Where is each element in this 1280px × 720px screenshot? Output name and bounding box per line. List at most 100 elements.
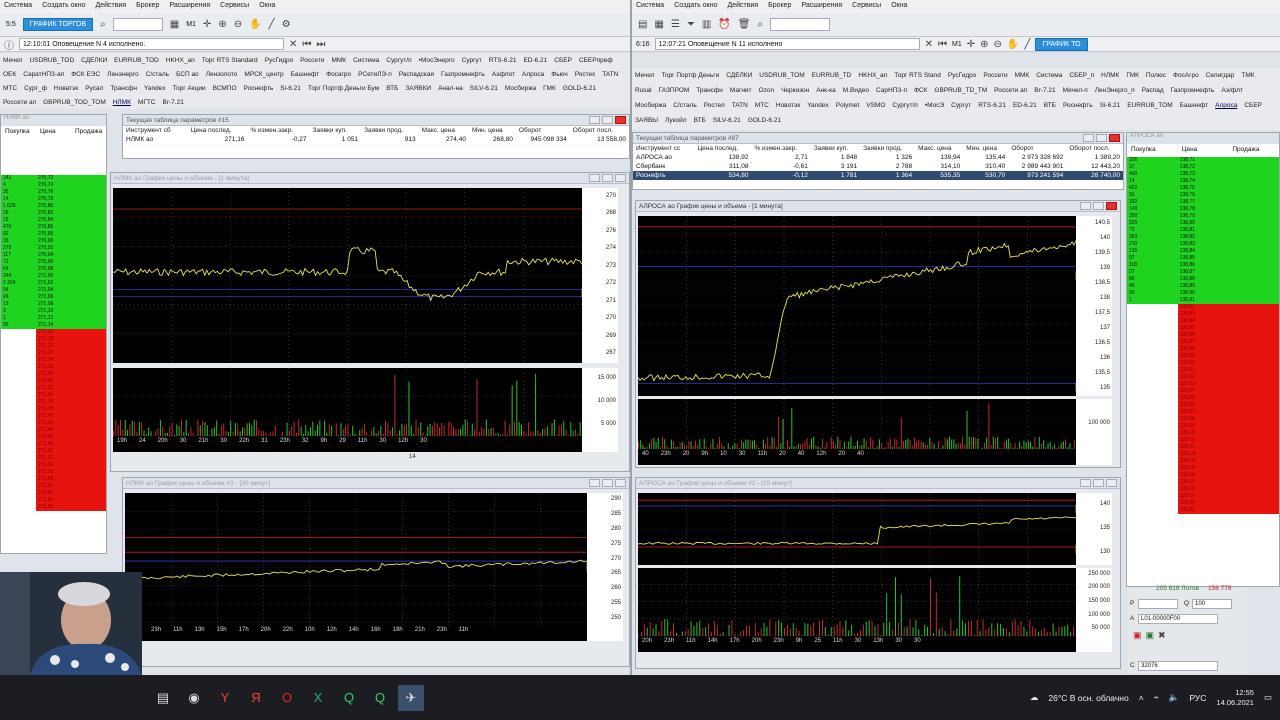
list-item[interactable]: 35 271,14: [1, 322, 106, 329]
excel-icon[interactable]: X: [305, 685, 331, 711]
table-row[interactable]: Роснефть 534,80 -0,12 1 781 1 364 535,35 530,7…: [633, 171, 1123, 180]
tab-40[interactable]: МТС: [755, 100, 769, 113]
list-item[interactable]: 139,21: [1127, 507, 1279, 514]
tab-18[interactable]: СаратНПЗ-ап: [23, 69, 64, 81]
list-item[interactable]: 271,42: [1, 420, 106, 427]
tab-21[interactable]: Магнит: [730, 85, 752, 98]
tab-43[interactable]: Polymet: [836, 100, 859, 113]
list-item[interactable]: 141 270,72: [1, 175, 106, 182]
tab-7[interactable]: РусГидро: [948, 70, 977, 83]
column-header[interactable]: Заявки прод.: [361, 126, 419, 135]
tab-45[interactable]: Торг Портф Деньги Бум: [308, 83, 379, 95]
tab-16[interactable]: СБЕРпреф: [579, 55, 613, 67]
tab-32[interactable]: Фьюч: [551, 69, 567, 81]
tab-26[interactable]: Фосагро: [326, 69, 351, 81]
tab-48[interactable]: RTS-6.21: [978, 100, 1006, 113]
language-indicator[interactable]: РУС: [1189, 693, 1206, 703]
tab-47[interactable]: Сургут: [951, 100, 971, 113]
menu-item[interactable]: Брокер: [136, 2, 159, 11]
tab-15[interactable]: СБЕР: [554, 55, 572, 67]
list-item[interactable]: 139,18: [1127, 486, 1279, 493]
list-item[interactable]: 138,97: [1127, 339, 1279, 346]
tab-13[interactable]: RTS-6.21: [489, 55, 517, 67]
tab-27[interactable]: РСетиЛЭ-п: [358, 69, 392, 81]
crosshair-icon[interactable]: ✛: [967, 39, 975, 50]
list-item[interactable]: 139,06: [1127, 402, 1279, 409]
column-header[interactable]: % измен.закр.: [751, 144, 810, 153]
list-item[interactable]: 46 138,89: [1127, 283, 1279, 290]
list-item[interactable]: 271,44: [1, 427, 106, 434]
list-item[interactable]: 27 138,87: [1127, 269, 1279, 276]
settings-icon[interactable]: ⚙: [282, 19, 291, 30]
tab-29[interactable]: Россети ап: [994, 85, 1027, 98]
tab-53[interactable]: Россети ап: [3, 97, 36, 109]
list-item[interactable]: 86 138,88: [1127, 276, 1279, 283]
list-item[interactable]: 118 138,86: [1127, 262, 1279, 269]
tab-16[interactable]: Селигдар: [1206, 70, 1235, 83]
list-item[interactable]: 271,48: [1, 441, 106, 448]
column-header[interactable]: % измен.закр.: [247, 126, 309, 135]
tab-12[interactable]: НЛМК: [1101, 70, 1119, 83]
list-item[interactable]: 139,02: [1127, 374, 1279, 381]
list-item[interactable]: 271,66: [1, 504, 106, 511]
list-item[interactable]: 139,03: [1127, 381, 1279, 388]
list-item[interactable]: 271,24: [1, 357, 106, 364]
tab-60[interactable]: SILV-6.21: [713, 115, 741, 128]
tab-20[interactable]: Трансфн: [696, 85, 723, 98]
tab-30[interactable]: Вr-7.21: [1034, 85, 1055, 98]
list-item[interactable]: 271,50: [1, 448, 106, 455]
tab-22[interactable]: БСП ао: [176, 69, 199, 81]
list-item[interactable]: 139,15: [1127, 465, 1279, 472]
tab-5[interactable]: HKHX_an: [858, 70, 887, 83]
list-item[interactable]: 353 138,82: [1127, 234, 1279, 241]
qty-input[interactable]: 100: [1192, 599, 1232, 609]
account-select[interactable]: L01-00000F00: [1138, 614, 1218, 624]
menu-item[interactable]: Действия: [727, 2, 758, 11]
cancel-icon[interactable]: ✖: [1158, 630, 1166, 641]
list-item[interactable]: 139,17: [1127, 479, 1279, 486]
tab-34[interactable]: Газпромнефть: [1171, 85, 1215, 98]
column-header[interactable]: Макс. цена: [915, 144, 963, 153]
zoom-out-icon[interactable]: ⊖: [234, 19, 242, 30]
column-header[interactable]: Заявки прод.: [860, 144, 915, 153]
tab-54[interactable]: Башнефт: [1180, 100, 1208, 113]
left-trade-chart-button[interactable]: ГРАФИК ТОРГОВ: [22, 18, 94, 31]
next-icon[interactable]: ⏭: [316, 39, 325, 50]
tab-9[interactable]: ММК: [1015, 70, 1030, 83]
list-item[interactable]: 332 138,77: [1127, 199, 1279, 206]
tab-41[interactable]: Новотэк: [776, 100, 800, 113]
column-header[interactable]: Инструмент сс: [633, 144, 694, 153]
list-item[interactable]: 31 138,76: [1127, 192, 1279, 199]
tab-57[interactable]: Br-7.21: [163, 97, 184, 109]
opera-icon[interactable]: O: [274, 685, 300, 711]
column-header[interactable]: Инструмент сб: [123, 126, 188, 135]
list-item[interactable]: 26 270,82: [1, 210, 106, 217]
list-item[interactable]: 271,62: [1, 490, 106, 497]
list-item[interactable]: 271,32: [1, 385, 106, 392]
tab-4[interactable]: HKHX_an: [166, 55, 195, 67]
tab-56[interactable]: МГТС: [138, 97, 156, 109]
list-item[interactable]: 271,64: [1, 497, 106, 504]
chart-icon[interactable]: ▦: [170, 19, 179, 30]
obs-icon[interactable]: ◉: [181, 685, 207, 711]
tab-46[interactable]: •МосЭ: [925, 100, 944, 113]
list-item[interactable]: 35 270,76: [1, 189, 106, 196]
list-item[interactable]: 210 138,83: [1127, 241, 1279, 248]
sell-icon[interactable]: ▣: [1133, 630, 1142, 641]
list-item[interactable]: 271,60: [1, 483, 106, 490]
tab-36[interactable]: Сург_ф: [24, 83, 47, 95]
list-item[interactable]: 1 138,91: [1127, 297, 1279, 304]
list-item[interactable]: 271,22: [1, 350, 106, 357]
menu-item[interactable]: Создать окно: [42, 2, 85, 11]
list-item[interactable]: 138,94: [1127, 318, 1279, 325]
search-icon[interactable]: ⌕: [757, 19, 763, 30]
yandex-icon[interactable]: Я: [243, 685, 269, 711]
menu-item[interactable]: Окна: [891, 2, 907, 11]
column-header[interactable]: Мин. цена: [963, 144, 1008, 153]
chart-icon[interactable]: ▥: [702, 19, 711, 30]
right-chart2-price-plot[interactable]: 138,92134,54 140135130: [638, 493, 1112, 565]
tab-9[interactable]: Система: [353, 55, 379, 67]
list-item[interactable]: 1 324 271,02: [1, 280, 106, 287]
list-item[interactable]: 15 270,84: [1, 217, 106, 224]
list-item[interactable]: 271,52: [1, 455, 106, 462]
